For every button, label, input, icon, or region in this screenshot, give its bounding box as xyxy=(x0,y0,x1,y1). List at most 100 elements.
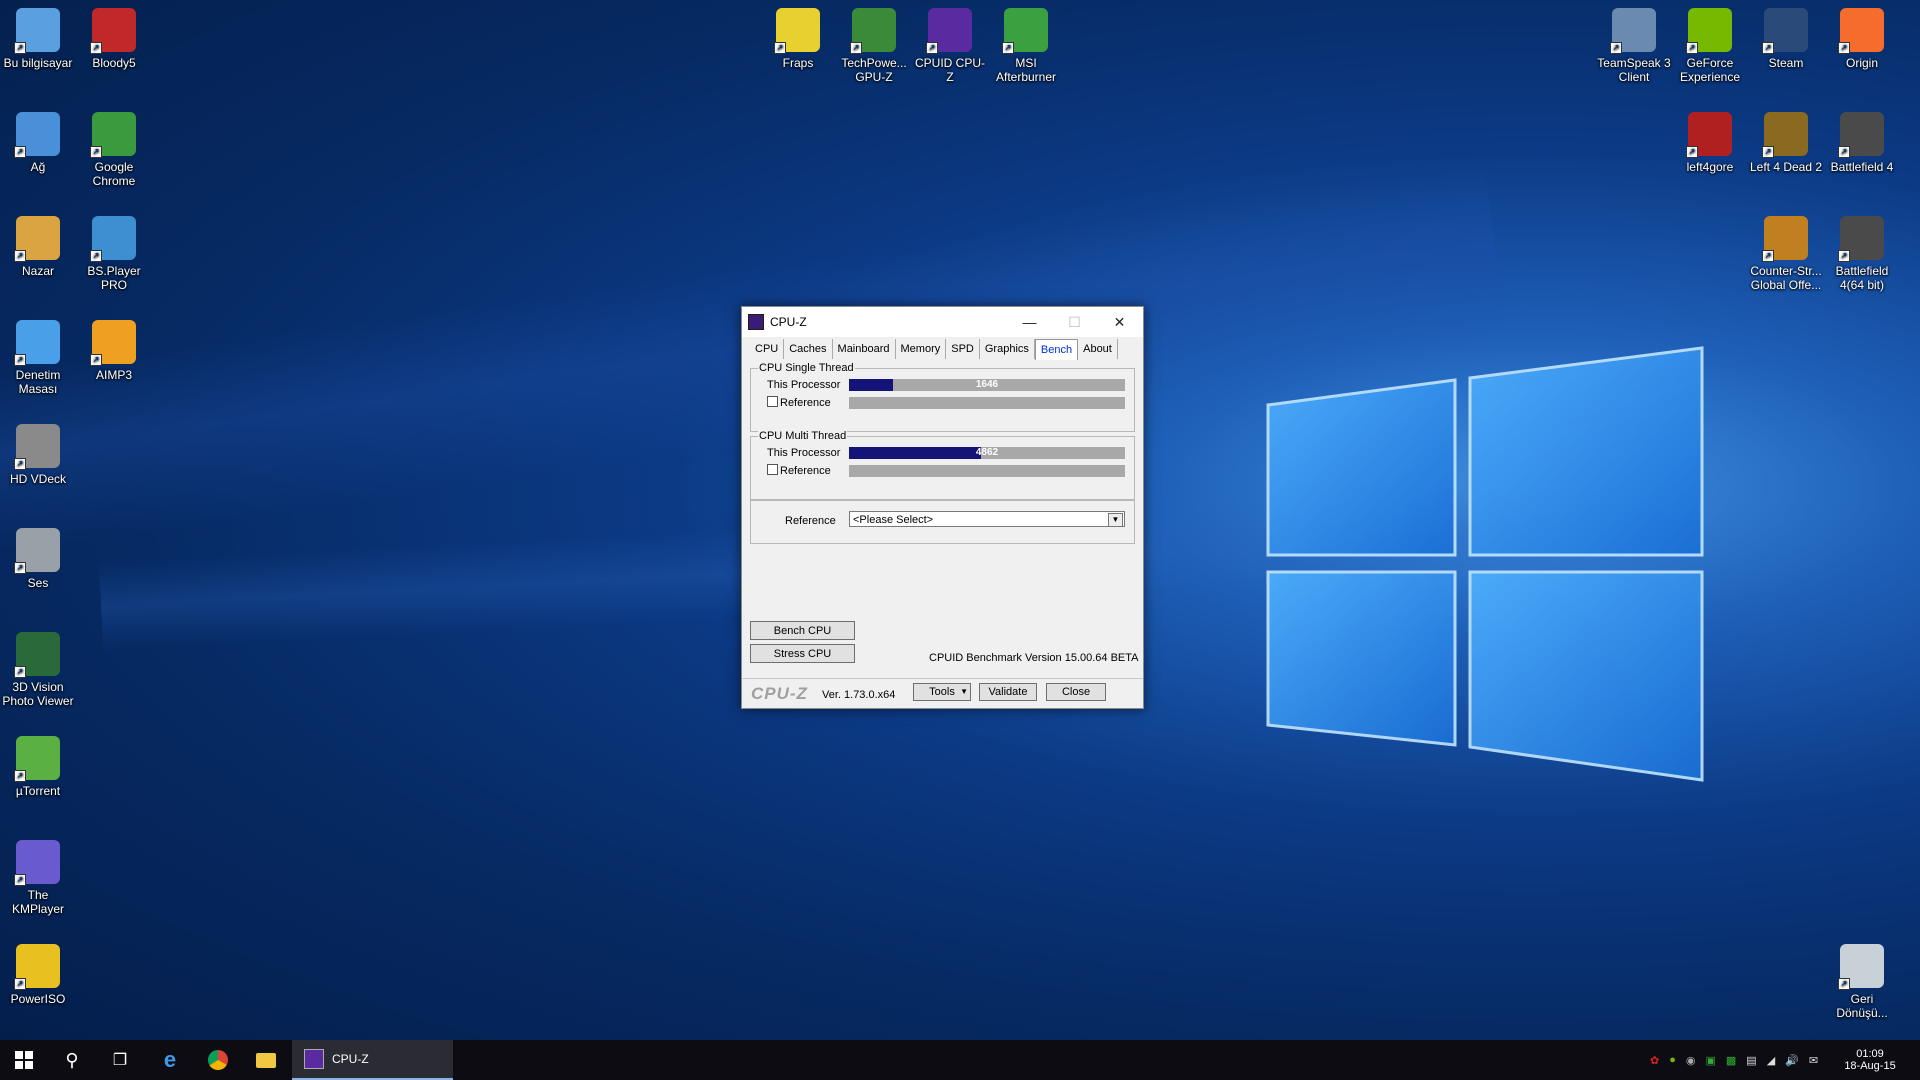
desktop-icon[interactable]: ↗ HD VDeck xyxy=(0,418,76,486)
taskbar-cpuz[interactable]: CPU-Z xyxy=(292,1040,453,1080)
tab-about[interactable]: About xyxy=(1078,339,1118,359)
cpuz-icon: ↗ xyxy=(926,8,972,54)
desktop-icon-label: Battlefield 4(64 bit) xyxy=(1835,264,1889,292)
cpuz-window[interactable]: CPU-Z — ☐ ✕ CPU Caches Mainboard Memory … xyxy=(741,306,1144,709)
multi-thread-group: CPU Multi Thread This Processor 4862 Ref… xyxy=(750,430,1135,500)
shortcut-arrow-icon: ↗ xyxy=(926,42,938,54)
clock-time: 01:09 xyxy=(1856,1048,1884,1060)
action-center-icon[interactable]: ✉ xyxy=(1809,1054,1818,1067)
bench-cpu-button[interactable]: Bench CPU xyxy=(750,621,855,640)
reference-select[interactable]: <Please Select> ▼ xyxy=(849,511,1125,527)
tab-spd[interactable]: SPD xyxy=(946,339,980,359)
poweriso-icon: ↗ xyxy=(14,944,60,990)
gpu-tray-icon[interactable]: ▣ xyxy=(1705,1054,1715,1067)
tab-mainboard[interactable]: Mainboard xyxy=(833,339,896,359)
tools-dropdown-icon[interactable]: ▼ xyxy=(960,684,968,700)
computer-icon: ↗ xyxy=(14,8,60,54)
close-button[interactable]: Close xyxy=(1046,683,1106,701)
desktop-icon[interactable]: ↗ Left 4 Dead 2 xyxy=(1748,106,1824,174)
system-tray: ✿ ● ◉ ▣ ▩ ▤ ◢ 🔊 ✉ xyxy=(1650,1040,1818,1080)
close-window-button[interactable]: ✕ xyxy=(1097,307,1142,337)
cpuz-logo: CPU-Z xyxy=(751,684,808,703)
desktop-icon[interactable]: ↗ The KMPlayer xyxy=(0,834,76,916)
task-view-button[interactable]: ❐ xyxy=(96,1040,144,1080)
display-tray-icon[interactable]: ▩ xyxy=(1726,1054,1736,1067)
tab-bench[interactable]: Bench xyxy=(1034,339,1079,360)
tab-cpu[interactable]: CPU xyxy=(750,339,785,359)
desktop-icon-label: Ses xyxy=(27,576,49,590)
dropdown-arrow-icon[interactable]: ▼ xyxy=(1108,513,1123,527)
desktop-icon[interactable]: ↗ Ses xyxy=(0,522,76,590)
desktop-icon[interactable]: ↗ PowerISO xyxy=(0,938,76,1006)
shortcut-arrow-icon: ↗ xyxy=(1686,146,1698,158)
shortcut-arrow-icon: ↗ xyxy=(14,978,26,990)
desktop-icon[interactable]: ↗ MSI Afterburner xyxy=(988,2,1064,84)
desktop-icon[interactable]: ↗ Geri Dönüşü... xyxy=(1824,938,1900,1020)
reference-selected-value: <Please Select> xyxy=(853,514,934,526)
desktop-icon-label: The KMPlayer xyxy=(11,888,64,916)
desktop-icon[interactable]: ↗ Bloody5 xyxy=(76,2,152,70)
desktop-icon[interactable]: ↗ TeamSpeak 3 Client xyxy=(1596,2,1672,84)
desktop-icon[interactable]: ↗ µTorrent xyxy=(0,730,76,798)
tab-graphics[interactable]: Graphics xyxy=(980,339,1035,359)
title-bar[interactable]: CPU-Z — ☐ ✕ xyxy=(742,307,1143,337)
file-explorer-button[interactable] xyxy=(242,1040,290,1080)
edge-button[interactable]: e xyxy=(146,1040,194,1080)
taskbar: ⚲ ❐ e CPU-Z ✿ ● ◉ ▣ ▩ ▤ ◢ 🔊 ✉ 01:09 18-A… xyxy=(0,1040,1920,1080)
multi-reference-checkbox[interactable] xyxy=(767,464,778,475)
desktop-icon[interactable]: ↗ Battlefield 4 xyxy=(1824,106,1900,174)
bloody-tray-icon[interactable]: ✿ xyxy=(1650,1054,1659,1067)
tools-button[interactable]: Tools ▼ xyxy=(913,683,971,701)
desktop-icon[interactable]: ↗ left4gore xyxy=(1672,106,1748,174)
3dvision-icon: ↗ xyxy=(14,632,60,678)
minimize-button[interactable]: — xyxy=(1007,307,1052,337)
desktop-icon-label: Nazar xyxy=(21,264,54,278)
desktop-icon-label: Bloody5 xyxy=(92,56,136,70)
edge-icon: e xyxy=(163,1047,177,1072)
wifi-tray-icon[interactable]: ◢ xyxy=(1767,1054,1775,1067)
desktop-icon-label: left4gore xyxy=(1686,160,1734,174)
utorrent-icon: ↗ xyxy=(14,736,60,782)
version-label: Ver. 1.73.0.x64 xyxy=(822,689,896,701)
desktop-icon[interactable]: ↗ TechPowe... GPU-Z xyxy=(836,2,912,84)
desktop-icon[interactable]: ↗ Bu bilgisayar xyxy=(0,2,76,70)
desktop-icon[interactable]: ↗ Steam xyxy=(1748,2,1824,70)
stress-cpu-button[interactable]: Stress CPU xyxy=(750,644,855,663)
tab-memory[interactable]: Memory xyxy=(896,339,947,359)
desktop-icon-label: Geri Dönüşü... xyxy=(1836,992,1888,1020)
network-tray-icon[interactable]: ▤ xyxy=(1746,1054,1756,1067)
nvidia-tray-icon[interactable]: ● xyxy=(1669,1054,1676,1066)
shortcut-arrow-icon: ↗ xyxy=(1838,42,1850,54)
desktop-icon[interactable]: ↗ AIMP3 xyxy=(76,314,152,382)
desktop-icon[interactable]: ↗ Google Chrome xyxy=(76,106,152,188)
folder-icon xyxy=(256,1052,276,1068)
volume-tray-icon[interactable]: 🔊 xyxy=(1785,1054,1799,1067)
desktop-icon[interactable]: ↗ Origin xyxy=(1824,2,1900,70)
desktop-icon[interactable]: ↗ Counter-Str... Global Offe... xyxy=(1748,210,1824,292)
desktop-icon[interactable]: ↗ GeForce Experience xyxy=(1672,2,1748,84)
desktop-icon-label: Steam xyxy=(1768,56,1804,70)
desktop-icon[interactable]: ↗ BS.Player PRO xyxy=(76,210,152,292)
chrome-taskbar-button[interactable] xyxy=(194,1040,242,1080)
clock[interactable]: 01:09 18-Aug-15 xyxy=(1840,1040,1900,1080)
benchmark-version: CPUID Benchmark Version 15.00.64 BETA xyxy=(929,652,1139,664)
desktop-icon[interactable]: ↗ Denetim Masası xyxy=(0,314,76,396)
maximize-button[interactable]: ☐ xyxy=(1052,307,1097,337)
afterburner-tray-icon[interactable]: ◉ xyxy=(1686,1054,1696,1067)
search-button[interactable]: ⚲ xyxy=(48,1040,96,1080)
desktop-icon[interactable]: ↗ Nazar xyxy=(0,210,76,278)
network-icon: ↗ xyxy=(14,112,60,158)
shortcut-arrow-icon: ↗ xyxy=(1762,146,1774,158)
desktop-icon[interactable]: ↗ 3D Vision Photo Viewer xyxy=(0,626,76,708)
single-reference-checkbox[interactable] xyxy=(767,396,778,407)
desktop-icon[interactable]: ↗ CPUID CPU-Z xyxy=(912,2,988,84)
shortcut-arrow-icon: ↗ xyxy=(1838,978,1850,990)
single-this-value: 1646 xyxy=(975,379,999,390)
tab-caches[interactable]: Caches xyxy=(784,339,833,359)
desktop-icon[interactable]: ↗ Fraps xyxy=(760,2,836,70)
validate-button[interactable]: Validate xyxy=(979,683,1037,701)
desktop-icon[interactable]: ↗ Battlefield 4(64 bit) xyxy=(1824,210,1900,292)
desktop-icon-label: PowerISO xyxy=(10,992,66,1006)
start-button[interactable] xyxy=(0,1040,48,1080)
desktop-icon[interactable]: ↗ Ağ xyxy=(0,106,76,174)
